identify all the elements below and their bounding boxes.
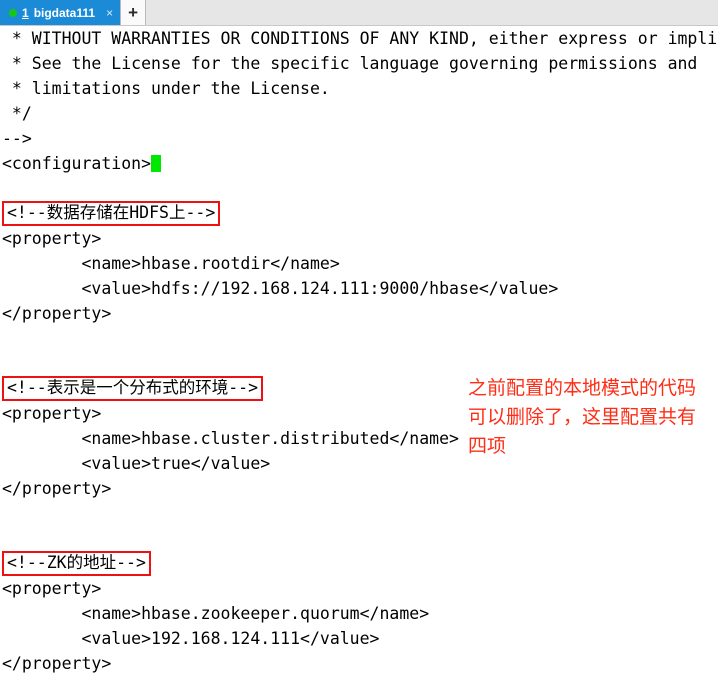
code-line: <property> bbox=[2, 579, 102, 598]
tab-index-label: 1 bbox=[22, 5, 29, 20]
highlighted-comment: <!--表示是一个分布式的环境--> bbox=[2, 376, 264, 401]
green-status-dot-icon bbox=[9, 8, 17, 17]
code-line-list: * WITHOUT WARRANTIES OR CONDITIONS OF AN… bbox=[0, 26, 718, 695]
text-cursor bbox=[151, 155, 162, 172]
close-icon[interactable]: × bbox=[106, 7, 113, 19]
code-line: <configuration> bbox=[0, 151, 718, 176]
code-line: <!--ZK的地址--> bbox=[0, 551, 718, 576]
code-line: * WITHOUT WARRANTIES OR CONDITIONS OF AN… bbox=[2, 29, 718, 48]
highlighted-comment: <!--ZK的地址--> bbox=[2, 551, 151, 576]
code-line-text: <configuration> bbox=[2, 154, 152, 173]
code-line: <value>192.168.124.111</value> bbox=[2, 629, 380, 648]
code-line: <name>hbase.zookeeper.quorum</name> bbox=[2, 604, 430, 623]
code-line: * limitations under the License. bbox=[2, 79, 330, 98]
terminal-tab-bar: 1 bigdata111 × + bbox=[0, 0, 718, 26]
code-line: </property> bbox=[2, 479, 112, 498]
code-line: </property> bbox=[2, 304, 112, 323]
code-line: <name>hbase.rootdir</name> bbox=[2, 254, 340, 273]
code-line: <!--数据存储在HDFS上--> bbox=[0, 201, 718, 226]
code-line: --> bbox=[2, 129, 32, 148]
tab-bar-filler bbox=[146, 0, 718, 25]
code-line: */ bbox=[2, 104, 32, 123]
tab-bigdata111[interactable]: 1 bigdata111 × bbox=[0, 0, 121, 25]
code-line: </property> bbox=[2, 654, 112, 673]
new-tab-button[interactable]: + bbox=[120, 0, 147, 25]
code-line: * See the License for the specific langu… bbox=[2, 54, 698, 73]
tab-title-label: bigdata111 bbox=[33, 5, 96, 20]
code-line: <value>hdfs://192.168.124.111:9000/hbase… bbox=[2, 279, 559, 298]
code-line: <property> bbox=[2, 229, 102, 248]
highlighted-comment: <!--数据存储在HDFS上--> bbox=[2, 201, 221, 226]
vim-editor-pane[interactable]: * WITHOUT WARRANTIES OR CONDITIONS OF AN… bbox=[0, 26, 718, 695]
red-annotation-note: 之前配置的本地模式的代码可以删除了，这里配置共有四项 bbox=[468, 377, 697, 457]
